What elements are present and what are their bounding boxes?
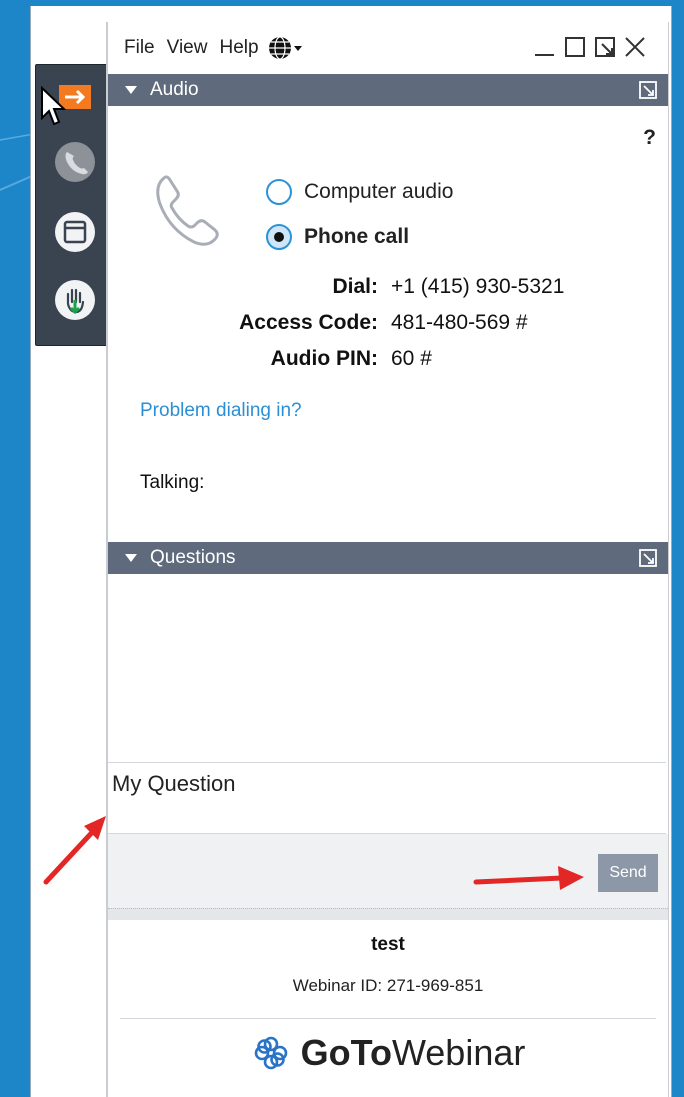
gotowebinar-logo: GoToWebinar xyxy=(108,1032,668,1074)
access-code-value: 481-480-569 # xyxy=(391,311,528,334)
questions-section-title: Questions xyxy=(150,547,236,568)
audio-section-title: Audio xyxy=(150,79,199,100)
question-input[interactable]: My Question xyxy=(108,762,666,834)
audio-pin-row: Audio PIN: 60 # xyxy=(108,347,668,377)
audio-help-button[interactable]: ? xyxy=(643,126,656,150)
phone-call-label: Phone call xyxy=(304,225,410,248)
dial-value: +1 (415) 930-5321 xyxy=(391,275,565,298)
brand-name: GoToWebinar xyxy=(301,1032,526,1074)
phone-call-option[interactable]: Phone call xyxy=(266,222,409,252)
dial-label: Dial: xyxy=(332,275,378,298)
questions-log xyxy=(108,574,668,760)
menu-view[interactable]: View xyxy=(167,22,208,74)
mouse-cursor-icon xyxy=(41,86,66,126)
collapse-triangle-icon xyxy=(125,86,137,94)
popout-icon[interactable] xyxy=(592,34,618,60)
problem-dialing-link[interactable]: Problem dialing in? xyxy=(140,400,302,422)
footer-divider xyxy=(120,1018,656,1019)
audio-pin-value: 60 # xyxy=(391,347,432,370)
access-code-row: Access Code: 481-480-569 # xyxy=(108,311,668,341)
phone-handset-icon xyxy=(156,175,219,246)
gotowebinar-flower-icon xyxy=(254,1036,287,1070)
webinar-footer: test Webinar ID: 271-969-851 GoToWebinar xyxy=(108,920,668,1097)
audio-popout-icon[interactable] xyxy=(638,80,658,100)
webinar-id: Webinar ID: 271-969-851 xyxy=(292,976,484,995)
audio-section-header[interactable]: Audio xyxy=(108,74,668,106)
menu-help[interactable]: Help xyxy=(219,22,258,74)
phone-icon xyxy=(55,142,95,182)
minimize-icon[interactable] xyxy=(532,34,558,60)
computer-audio-radio[interactable] xyxy=(266,179,292,205)
annotation-arrow-question xyxy=(43,816,106,885)
send-button[interactable]: Send xyxy=(598,854,658,892)
access-code-label: Access Code: xyxy=(239,311,378,334)
menu-file[interactable]: File xyxy=(124,22,155,74)
brand-goto: GoTo xyxy=(300,1032,392,1073)
language-menu[interactable] xyxy=(267,35,305,61)
computer-audio-label: Computer audio xyxy=(304,180,454,203)
globe-icon xyxy=(268,36,302,60)
brand-webinar: Webinar xyxy=(391,1032,526,1073)
raise-hand-button[interactable] xyxy=(50,275,100,325)
audio-panel-button[interactable] xyxy=(50,137,100,187)
window-icon xyxy=(55,212,95,252)
questions-section-header[interactable]: Questions xyxy=(108,542,668,574)
annotation-arrow-send xyxy=(473,866,584,890)
viewer-window-button[interactable] xyxy=(50,207,100,257)
computer-audio-option[interactable]: Computer audio xyxy=(266,177,453,207)
raise-hand-icon xyxy=(55,280,95,320)
phone-call-radio[interactable] xyxy=(266,224,292,250)
menu-bar: File View Help xyxy=(108,22,668,74)
close-icon[interactable] xyxy=(622,34,648,60)
talking-label: Talking: xyxy=(140,472,205,493)
restore-icon[interactable] xyxy=(562,34,588,60)
questions-popout-icon[interactable] xyxy=(638,548,658,568)
dial-row: Dial: +1 (415) 930-5321 xyxy=(108,275,668,305)
gotowebinar-control-window: File View Help Audio ? Computer audio Ph… xyxy=(106,22,669,1097)
webinar-title: test xyxy=(371,934,405,955)
question-input-text: My Question xyxy=(112,771,236,796)
collapse-triangle-icon xyxy=(125,554,137,562)
audio-pin-label: Audio PIN: xyxy=(270,347,378,370)
